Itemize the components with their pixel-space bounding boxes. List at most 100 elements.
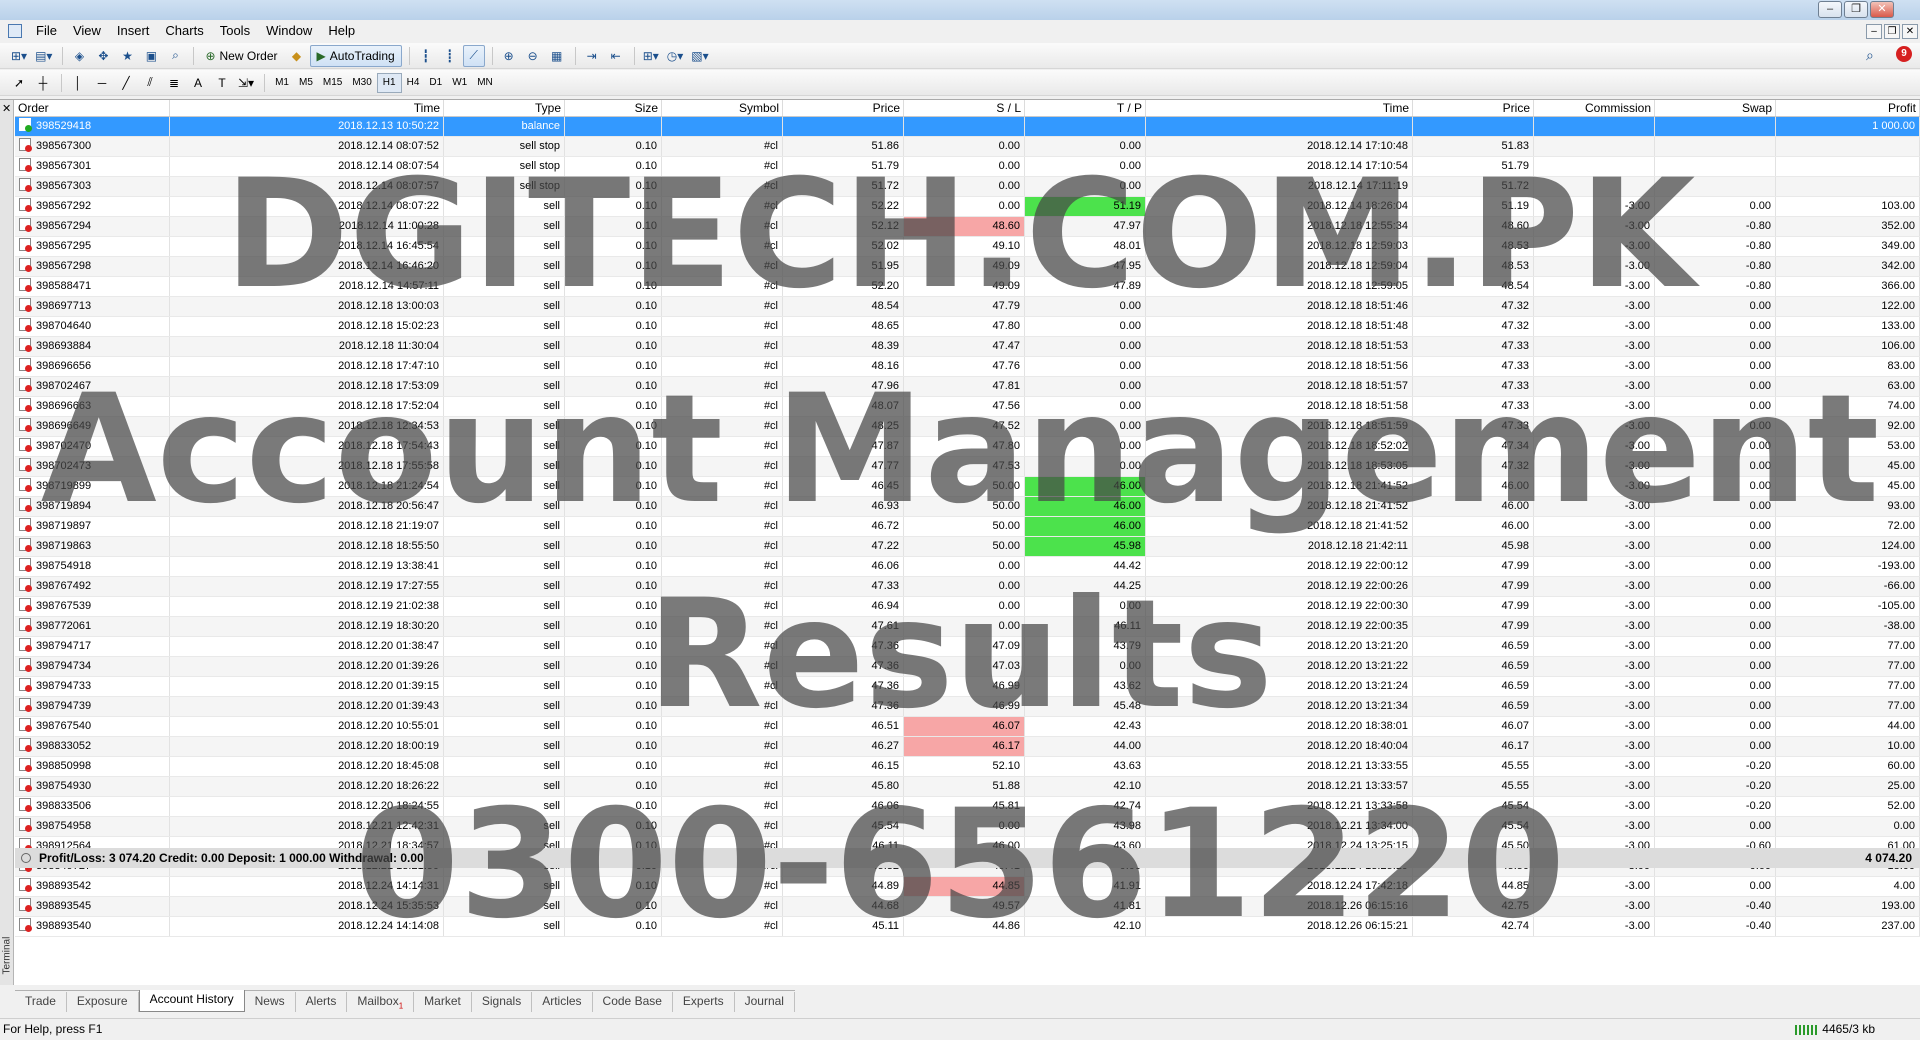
table-row[interactable]: 398567292 2018.12.14 08:07:22 sell 0.10 #cl 5…	[15, 197, 1920, 217]
table-row[interactable]: 398567301 2018.12.14 08:07:54 sell stop 0.1…	[15, 157, 1920, 177]
table-row[interactable]: 398794733 2018.12.20 01:39:15 sell 0.10 #cl 4…	[15, 677, 1920, 697]
horizontal-line-icon[interactable]: ─	[91, 72, 113, 94]
timeframe-w1[interactable]: W1	[447, 73, 472, 93]
table-row[interactable]: 398696663 2018.12.18 17:52:04 sell 0.10 #cl 4…	[15, 397, 1920, 417]
menu-charts[interactable]: Charts	[157, 20, 211, 42]
terminal-icon[interactable]: ▣	[140, 45, 162, 67]
table-row[interactable]: 398794717 2018.12.20 01:38:47 sell 0.10 #cl 4…	[15, 637, 1920, 657]
column-header-10[interactable]: Commission	[1534, 100, 1655, 116]
table-row[interactable]: 398719894 2018.12.18 20:56:47 sell 0.10 #cl 4…	[15, 497, 1920, 517]
table-row[interactable]: 398850998 2018.12.20 18:45:08 sell 0.10 #cl 4…	[15, 757, 1920, 777]
table-row[interactable]: 398754918 2018.12.19 13:38:41 sell 0.10 #cl 4…	[15, 557, 1920, 577]
table-row[interactable]: 398567303 2018.12.14 08:07:57 sell stop 0.1…	[15, 177, 1920, 197]
column-header-3[interactable]: Size	[565, 100, 662, 116]
timeframe-h1[interactable]: H1	[376, 72, 402, 93]
tab-journal[interactable]: Journal	[735, 992, 795, 1012]
menu-file[interactable]: File	[28, 20, 65, 42]
table-row[interactable]: 398833506 2018.12.20 18:24:55 sell 0.10 #cl 4…	[15, 797, 1920, 817]
market-watch-icon[interactable]: ◈	[68, 45, 90, 67]
tab-market[interactable]: Market	[414, 992, 472, 1012]
tab-account-history[interactable]: Account History	[138, 990, 245, 1012]
menu-view[interactable]: View	[65, 20, 109, 42]
timeframe-h4[interactable]: H4	[402, 73, 425, 93]
table-row[interactable]: 398767539 2018.12.19 21:02:38 sell 0.10 #cl 4…	[15, 597, 1920, 617]
bar-chart-icon[interactable]: ┇	[415, 45, 437, 67]
column-header-7[interactable]: T / P	[1025, 100, 1146, 116]
timeframe-mn[interactable]: MN	[472, 73, 498, 93]
table-row[interactable]: 398767540 2018.12.20 10:55:01 sell 0.10 #cl 4…	[15, 717, 1920, 737]
chart-shift-icon[interactable]: ⇤	[605, 45, 627, 67]
table-row[interactable]: 398794734 2018.12.20 01:39:26 sell 0.10 #cl 4…	[15, 657, 1920, 677]
column-header-4[interactable]: Symbol	[662, 100, 783, 116]
vertical-line-icon[interactable]: │	[67, 72, 89, 94]
table-row[interactable]: 398529418 2018.12.13 10:50:22 balance 1 000…	[15, 117, 1920, 137]
timeframe-m5[interactable]: M5	[294, 73, 318, 93]
close-button[interactable]: ✕	[1870, 1, 1894, 18]
timeframe-d1[interactable]: D1	[424, 73, 447, 93]
tile-windows-icon[interactable]: ▦	[546, 45, 568, 67]
candlestick-icon[interactable]: ┋	[439, 45, 461, 67]
line-chart-icon[interactable]: ⟋	[462, 44, 485, 67]
tab-articles[interactable]: Articles	[532, 992, 593, 1012]
zoom-in-icon[interactable]: ⊕	[498, 45, 520, 67]
trendline-icon[interactable]: ╱	[115, 72, 137, 94]
timeframe-m15[interactable]: M15	[318, 73, 347, 93]
table-row[interactable]: 398567298 2018.12.14 16:46:20 sell 0.10 #cl 5…	[15, 257, 1920, 277]
table-row[interactable]: 398567300 2018.12.14 08:07:52 sell stop 0.1…	[15, 137, 1920, 157]
table-row[interactable]: 398772061 2018.12.19 18:30:20 sell 0.10 #cl 4…	[15, 617, 1920, 637]
search-icon[interactable]: ⌕	[1866, 47, 1874, 64]
maximize-button[interactable]: ❐	[1844, 1, 1868, 18]
mdi-restore-button[interactable]: ❐	[1884, 24, 1900, 39]
table-row[interactable]: 398719897 2018.12.18 21:19:07 sell 0.10 #cl 4…	[15, 517, 1920, 537]
strategy-tester-icon[interactable]: ⌕	[164, 45, 186, 67]
fibonacci-icon[interactable]: ≣	[163, 72, 185, 94]
arrows-icon[interactable]: ⇲▾	[235, 72, 257, 94]
column-header-2[interactable]: Type	[444, 100, 565, 116]
close-terminal-icon[interactable]: ✕	[2, 102, 11, 115]
metaeditor-icon[interactable]: ◆	[286, 45, 308, 67]
tab-signals[interactable]: Signals	[472, 992, 533, 1012]
cursor-icon[interactable]: ➚	[8, 72, 30, 94]
tab-mailbox[interactable]: Mailbox1	[347, 992, 415, 1012]
table-row[interactable]: 398893545 2018.12.24 15:35:53 sell 0.10 #cl 4…	[15, 897, 1920, 917]
table-row[interactable]: 398704640 2018.12.18 15:02:23 sell 0.10 #cl 4…	[15, 317, 1920, 337]
zoom-out-icon[interactable]: ⊖	[522, 45, 544, 67]
table-row[interactable]: 398754930 2018.12.20 18:26:22 sell 0.10 #cl 4…	[15, 777, 1920, 797]
tab-alerts[interactable]: Alerts	[296, 992, 348, 1012]
timeframe-m1[interactable]: M1	[270, 73, 294, 93]
templates-icon[interactable]: ▧▾	[688, 45, 711, 67]
periods-icon[interactable]: ◷▾	[664, 45, 687, 67]
table-row[interactable]: 398702467 2018.12.18 17:53:09 sell 0.10 #cl 4…	[15, 377, 1920, 397]
autoscroll-icon[interactable]: ⇥	[581, 45, 603, 67]
table-row[interactable]: 398719899 2018.12.18 21:24:54 sell 0.10 #cl 4…	[15, 477, 1920, 497]
mdi-close-button[interactable]: ✕	[1902, 24, 1918, 39]
column-header-11[interactable]: Swap	[1655, 100, 1776, 116]
timeframe-m30[interactable]: M30	[347, 73, 376, 93]
profiles-icon[interactable]: ▤▾	[32, 45, 55, 67]
menu-help[interactable]: Help	[320, 20, 363, 42]
table-row[interactable]: 398719863 2018.12.18 18:55:50 sell 0.10 #cl 4…	[15, 537, 1920, 557]
table-row[interactable]: 398767492 2018.12.19 17:27:55 sell 0.10 #cl 4…	[15, 577, 1920, 597]
autotrading-button[interactable]: ▶ AutoTrading	[309, 44, 402, 67]
tab-code-base[interactable]: Code Base	[593, 992, 673, 1012]
column-header-12[interactable]: Profit	[1776, 100, 1920, 116]
table-row[interactable]: 398567294 2018.12.14 11:00:28 sell 0.10 #cl 5…	[15, 217, 1920, 237]
column-header-1[interactable]: Time	[170, 100, 444, 116]
new-order-button[interactable]: ⊕ New Order	[199, 45, 283, 67]
column-header-6[interactable]: S / L	[904, 100, 1025, 116]
table-row[interactable]: 398702473 2018.12.18 17:55:58 sell 0.10 #cl 4…	[15, 457, 1920, 477]
table-row[interactable]: 398693884 2018.12.18 11:30:04 sell 0.10 #cl 4…	[15, 337, 1920, 357]
crosshair-icon[interactable]: ┼	[32, 72, 54, 94]
table-row[interactable]: 398567295 2018.12.14 16:45:54 sell 0.10 #cl 5…	[15, 237, 1920, 257]
table-row[interactable]: 398754958 2018.12.21 12:42:31 sell 0.10 #cl 4…	[15, 817, 1920, 837]
table-row[interactable]: 398833052 2018.12.20 18:00:19 sell 0.10 #cl 4…	[15, 737, 1920, 757]
table-row[interactable]: 398696649 2018.12.18 12:34:53 sell 0.10 #cl 4…	[15, 417, 1920, 437]
indicators-icon[interactable]: ⊞▾	[640, 45, 662, 67]
notifications-badge[interactable]: 9	[1896, 46, 1912, 62]
column-header-9[interactable]: Price	[1413, 100, 1534, 116]
table-row[interactable]: 398697713 2018.12.18 13:00:03 sell 0.10 #cl 4…	[15, 297, 1920, 317]
table-row[interactable]: 398588471 2018.12.14 14:57:11 sell 0.10 #cl 5…	[15, 277, 1920, 297]
column-header-5[interactable]: Price	[783, 100, 904, 116]
text-label-icon[interactable]: T	[211, 72, 233, 94]
minimize-button[interactable]: –	[1818, 1, 1842, 18]
